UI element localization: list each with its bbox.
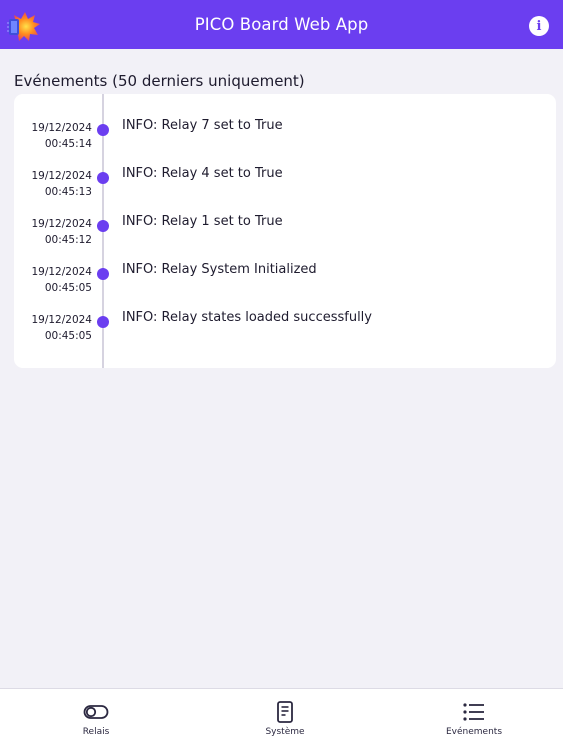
event-date: 19/12/2024: [31, 266, 92, 278]
timeline-dot: [97, 268, 109, 280]
event-date: 19/12/2024: [31, 314, 92, 326]
event-item: 19/12/2024 00:45:12 INFO: Relay 1 set to…: [14, 214, 556, 264]
events-section-title: Evénements (50 derniers uniquement): [14, 72, 305, 90]
nav-label: Système: [265, 727, 305, 737]
timeline-dot: [97, 124, 109, 136]
event-time: 00:45:05: [44, 282, 92, 294]
document-icon: [277, 701, 293, 723]
event-date: 19/12/2024: [31, 218, 92, 230]
event-message: INFO: Relay states loaded successfully: [122, 310, 372, 325]
event-date: 19/12/2024: [31, 122, 92, 134]
toggle-icon: [83, 705, 109, 719]
event-item: 19/12/2024 00:45:13 INFO: Relay 4 set to…: [14, 166, 556, 216]
nav-label: Evénements: [445, 727, 503, 737]
event-message: INFO: Relay 7 set to True: [122, 118, 283, 133]
info-icon[interactable]: i: [529, 16, 549, 36]
timeline-dot: [97, 220, 109, 232]
event-datetime: 19/12/2024 00:45:14: [31, 120, 92, 152]
app-header: PICO Board Web App i: [0, 0, 563, 49]
timeline-dot: [97, 316, 109, 328]
events-card: 19/12/2024 00:45:14 INFO: Relay 7 set to…: [14, 94, 556, 368]
event-message: INFO: Relay 4 set to True: [122, 166, 283, 181]
event-datetime: 19/12/2024 00:45:13: [31, 168, 92, 200]
event-message: INFO: Relay System Initialized: [122, 262, 317, 277]
nav-label: Relais: [82, 727, 110, 737]
info-icon-glyph: i: [536, 18, 542, 34]
bottom-nav: Relais Système Evénements: [0, 688, 563, 744]
event-message: INFO: Relay 1 set to True: [122, 214, 283, 229]
event-date: 19/12/2024: [31, 170, 92, 182]
event-datetime: 19/12/2024 00:45:05: [31, 312, 92, 344]
event-time: 00:45:14: [44, 138, 92, 150]
event-item: 19/12/2024 00:45:05 INFO: Relay System I…: [14, 262, 556, 312]
event-time: 00:45:13: [44, 186, 92, 198]
event-item: 19/12/2024 00:45:14 INFO: Relay 7 set to…: [14, 118, 556, 168]
app-logo-icon: [7, 12, 40, 41]
event-time: 00:45:05: [44, 330, 92, 342]
nav-item-relais[interactable]: Relais: [36, 689, 156, 744]
nav-item-evenements[interactable]: Evénements: [414, 689, 534, 744]
event-datetime: 19/12/2024 00:45:05: [31, 264, 92, 296]
event-datetime: 19/12/2024 00:45:12: [31, 216, 92, 248]
nav-item-systeme[interactable]: Système: [225, 689, 345, 744]
event-item: 19/12/2024 00:45:05 INFO: Relay states l…: [14, 310, 556, 360]
timeline-dot: [97, 172, 109, 184]
list-icon: [463, 703, 484, 721]
page-title: PICO Board Web App: [194, 15, 369, 34]
event-time: 00:45:12: [44, 234, 92, 246]
